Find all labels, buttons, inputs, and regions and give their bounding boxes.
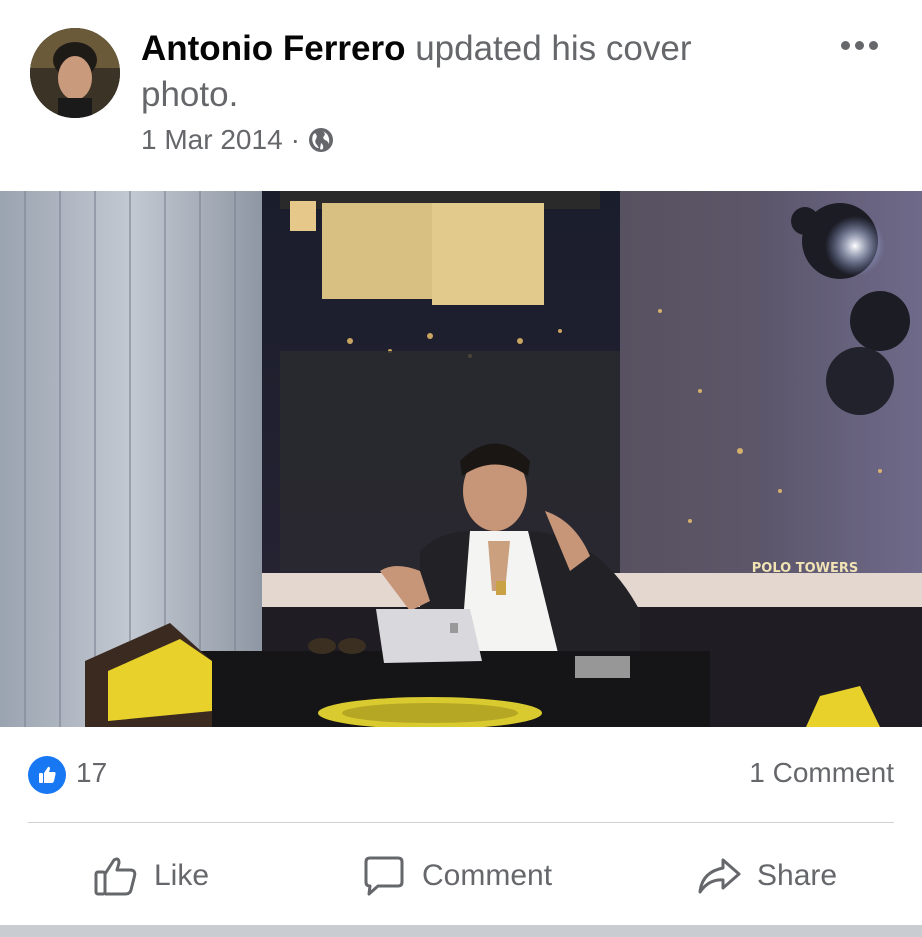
avatar[interactable] xyxy=(30,28,120,118)
like-count[interactable]: 17 xyxy=(76,757,107,789)
cover-photo-image: POLO TOWERS xyxy=(0,191,922,727)
thumbs-up-outline-icon xyxy=(94,857,137,896)
post-card: Antonio Ferrero updated his cover photo.… xyxy=(0,0,922,925)
post-meta: 1 Mar 2014 · xyxy=(141,124,334,156)
share-button[interactable]: Share xyxy=(695,836,837,916)
like-label: Like xyxy=(154,859,210,892)
post-actions: Like Comment Share xyxy=(0,836,922,916)
like-button[interactable]: Like xyxy=(92,836,209,916)
divider xyxy=(28,822,894,823)
profile-picture xyxy=(30,28,120,118)
meta-separator: · xyxy=(290,124,300,155)
comment-button[interactable]: Comment xyxy=(360,836,552,916)
author-name[interactable]: Antonio Ferrero xyxy=(141,29,405,68)
more-horizontal-icon xyxy=(840,40,850,50)
more-options-button[interactable] xyxy=(834,30,884,60)
comment-label: Comment xyxy=(422,859,553,892)
share-label: Share xyxy=(757,859,838,892)
comment-count[interactable]: 1 Comment xyxy=(749,757,894,789)
feed-separator xyxy=(0,925,922,937)
globe-icon xyxy=(308,127,334,153)
cover-photo[interactable]: POLO TOWERS xyxy=(0,191,922,727)
post-date[interactable]: 1 Mar 2014 xyxy=(141,124,283,156)
thumbs-up-icon[interactable] xyxy=(28,756,66,794)
post-stats: 17 1 Comment xyxy=(28,754,894,798)
post-header: Antonio Ferrero updated his cover photo. xyxy=(141,26,781,118)
comment-bubble-icon xyxy=(364,856,404,896)
share-arrow-icon xyxy=(698,858,741,894)
